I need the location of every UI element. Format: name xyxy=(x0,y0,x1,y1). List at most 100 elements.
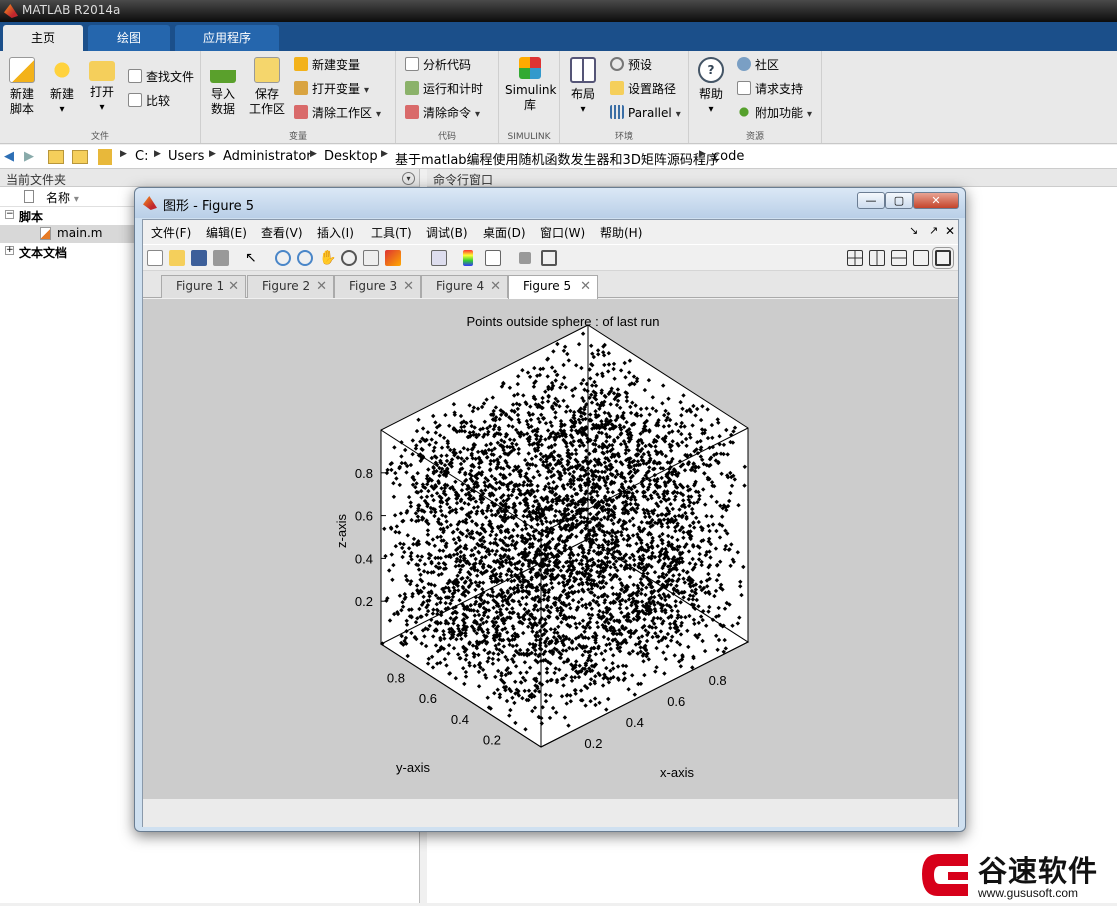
breadcrumb-separator: ▶ xyxy=(154,149,161,159)
new-variable-button[interactable]: 新建变量 xyxy=(294,55,360,75)
help-button[interactable]: ? 帮助 ▾ xyxy=(697,57,725,117)
new-figure-icon[interactable] xyxy=(147,250,163,266)
menu-file[interactable]: 文件(F) xyxy=(151,224,191,241)
menu-edit[interactable]: 编辑(E) xyxy=(206,224,247,241)
menu-window[interactable]: 窗口(W) xyxy=(540,224,585,241)
close-tab-icon[interactable]: ✕ xyxy=(228,276,239,297)
menu-insert[interactable]: 插入(I) xyxy=(317,224,354,241)
tile-columns-icon[interactable] xyxy=(869,250,885,266)
z-tick-label: 0.2 xyxy=(355,594,373,609)
tab-figure-1[interactable]: Figure 1 ✕ xyxy=(161,275,246,298)
forward-icon[interactable]: ▶ xyxy=(24,149,34,164)
undock-icon[interactable]: ↗ xyxy=(929,224,938,237)
brush-icon[interactable] xyxy=(385,250,401,266)
figure-caption-bar[interactable]: 图形 - Figure 5 — ▢ ✕ xyxy=(135,188,965,218)
browse-folder-icon[interactable] xyxy=(72,150,88,164)
pan-icon[interactable]: ✋ xyxy=(319,250,336,266)
expand-icon[interactable]: + xyxy=(5,246,14,255)
current-folder-header: 当前文件夹 ▾ xyxy=(0,169,419,187)
tab-plots[interactable]: 绘图 xyxy=(88,25,170,51)
maximize-button[interactable]: ▢ xyxy=(885,192,913,209)
pointer-icon[interactable]: ↖ xyxy=(245,250,261,266)
layout-button[interactable]: 布局 ▾ xyxy=(566,57,600,117)
close-tab-icon[interactable]: ✕ xyxy=(403,276,414,297)
close-tab-icon[interactable]: ✕ xyxy=(580,276,591,297)
menu-tools[interactable]: 工具(T) xyxy=(371,224,412,241)
menu-help[interactable]: 帮助(H) xyxy=(600,224,642,241)
minimize-button[interactable]: — xyxy=(857,192,885,209)
breadcrumb-project[interactable]: 基于matlab编程使用随机函数发生器和3D矩阵源码程序 xyxy=(395,149,719,168)
hide-tools-icon[interactable] xyxy=(519,252,531,264)
menu-desktop[interactable]: 桌面(D) xyxy=(483,224,526,241)
open-button[interactable]: 打开 ▾ xyxy=(86,57,118,115)
chart-title: Points outside sphere : of last run xyxy=(467,314,660,329)
menu-debug[interactable]: 调试(B) xyxy=(426,224,468,241)
breadcrumb-c[interactable]: C: xyxy=(135,149,148,164)
maximize-tile-icon[interactable] xyxy=(932,247,954,269)
tab-figure-3[interactable]: Figure 3 ✕ xyxy=(334,275,421,298)
breadcrumb-users[interactable]: Users xyxy=(168,149,204,164)
compare-button[interactable]: 比较 xyxy=(128,91,170,111)
close-tab-icon[interactable]: ✕ xyxy=(490,276,501,297)
open-file-icon[interactable] xyxy=(169,250,185,266)
zoom-in-icon[interactable] xyxy=(275,250,291,266)
z-axis-label: z-axis xyxy=(334,514,349,548)
file-item-main[interactable]: main.m xyxy=(0,225,134,243)
back-icon[interactable]: ◀ xyxy=(4,149,14,164)
find-files-button[interactable]: 查找文件 xyxy=(128,67,194,87)
close-button[interactable]: ✕ xyxy=(913,192,959,209)
group-variable: 导入 数据 保存 工作区 新建变量 打开变量 清除工作区 变量 xyxy=(201,51,396,143)
float-icon[interactable] xyxy=(913,250,929,266)
show-tools-icon[interactable] xyxy=(541,250,557,266)
open-variable-button[interactable]: 打开变量 xyxy=(294,79,369,99)
parallel-button[interactable]: Parallel xyxy=(610,103,681,123)
preferences-button[interactable]: 预设 xyxy=(610,55,652,75)
breadcrumb-administrator[interactable]: Administrator xyxy=(223,149,312,164)
run-and-time-button[interactable]: 运行和计时 xyxy=(405,79,483,99)
breadcrumb-separator: ▶ xyxy=(120,149,127,159)
import-data-button[interactable]: 导入 数据 xyxy=(207,57,239,117)
column-name-header[interactable]: 名称 ▾ xyxy=(46,189,79,206)
tab-figure-5[interactable]: Figure 5 ✕ xyxy=(508,275,598,299)
analyze-code-button[interactable]: 分析代码 xyxy=(405,55,471,75)
colorbar-icon[interactable] xyxy=(463,250,473,266)
request-support-button[interactable]: 请求支持 xyxy=(737,79,803,99)
add-ons-button[interactable]: 附加功能 xyxy=(737,103,812,123)
zoom-out-icon[interactable] xyxy=(297,250,313,266)
tab-home[interactable]: 主页 xyxy=(3,25,83,51)
panel-menu-icon[interactable]: ▾ xyxy=(402,172,415,185)
tab-apps[interactable]: 应用程序 xyxy=(175,25,279,51)
matlab-logo-icon xyxy=(4,4,18,18)
up-folder-icon[interactable] xyxy=(48,150,64,164)
set-path-button[interactable]: 设置路径 xyxy=(610,79,676,99)
z-tick-label: 0.6 xyxy=(355,509,373,524)
clear-commands-button[interactable]: 清除命令 xyxy=(405,103,480,123)
close-figure-icon[interactable]: ✕ xyxy=(945,224,955,238)
menu-view[interactable]: 查看(V) xyxy=(261,224,303,241)
import-icon xyxy=(210,57,236,83)
community-button[interactable]: 社区 xyxy=(737,55,779,75)
tile-rows-icon[interactable] xyxy=(891,250,907,266)
brush-icon xyxy=(405,105,419,119)
tab-figure-4[interactable]: Figure 4 ✕ xyxy=(421,275,508,298)
link-plot-icon[interactable] xyxy=(431,250,447,266)
scatter3-plot[interactable]: Points outside sphere : of last run 0.2 0… xyxy=(143,299,958,799)
tile-grid-icon[interactable] xyxy=(847,250,863,266)
save-icon[interactable] xyxy=(191,250,207,266)
tab-figure-2[interactable]: Figure 2 ✕ xyxy=(247,275,334,298)
rotate-3d-icon[interactable] xyxy=(341,250,357,266)
clear-workspace-button[interactable]: 清除工作区 xyxy=(294,103,381,123)
legend-icon[interactable] xyxy=(485,250,501,266)
collapse-icon[interactable]: − xyxy=(5,210,14,219)
community-icon xyxy=(737,57,751,71)
new-script-button[interactable]: 新建 脚本 xyxy=(6,57,38,117)
simulink-library-button[interactable]: Simulink 库 xyxy=(505,57,556,113)
save-workspace-button[interactable]: 保存 工作区 xyxy=(247,57,287,117)
pin-icon[interactable]: ↘ xyxy=(909,224,918,237)
print-icon[interactable] xyxy=(213,250,229,266)
breadcrumb-code[interactable]: code xyxy=(713,149,744,164)
new-button[interactable]: 新建 ▾ xyxy=(46,57,78,117)
breadcrumb-desktop[interactable]: Desktop xyxy=(324,149,378,164)
data-cursor-icon[interactable] xyxy=(363,250,379,266)
close-tab-icon[interactable]: ✕ xyxy=(316,276,327,297)
